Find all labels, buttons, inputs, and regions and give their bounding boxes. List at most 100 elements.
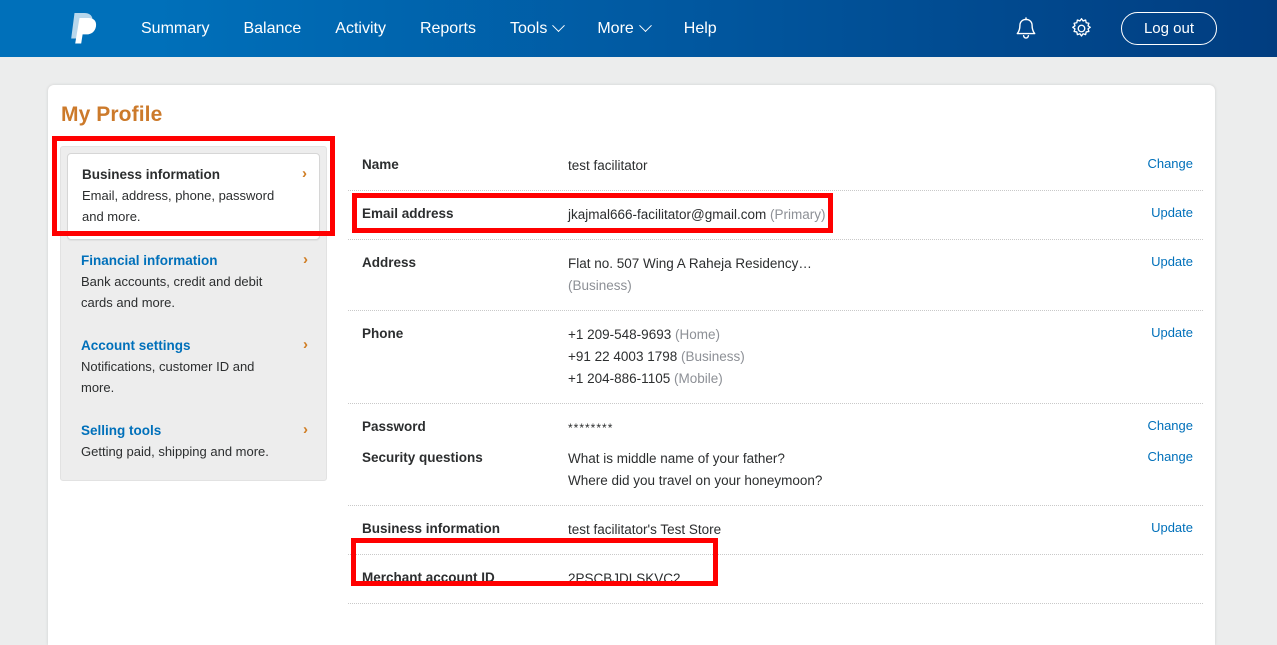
global-header: Summary Balance Activity Reports Tools M… (0, 0, 1277, 57)
primary-navigation: Summary Balance Activity Reports Tools M… (124, 16, 734, 42)
table-row-address: Address Flat no. 507 Wing A Raheja Resid… (348, 240, 1203, 310)
row-action: Change (1093, 448, 1203, 466)
update-business-information-link[interactable]: Update (1151, 520, 1193, 535)
change-password-link[interactable]: Change (1147, 418, 1193, 433)
chevron-right-icon: › (303, 336, 308, 353)
row-label: Business information (362, 521, 501, 536)
row-action: Update (1093, 204, 1203, 222)
row-value: +1 209-548-9693 (Home) +91 22 4003 1798 … (558, 324, 1093, 390)
nav-label: Reports (419, 19, 476, 37)
sidebar-item-description: Email, address, phone, password and more… (82, 188, 275, 224)
nav-item-balance[interactable]: Balance (226, 16, 318, 42)
row-value: jkajmal666-facilitator@gmail.com (Primar… (558, 204, 1093, 226)
value-text: Flat no. 507 Wing A Raheja Residency… (568, 256, 812, 271)
row-action: Update (1093, 519, 1203, 537)
sidebar-item-title: Financial information (81, 253, 218, 268)
update-phone-link[interactable]: Update (1151, 325, 1193, 340)
nav-item-summary[interactable]: Summary (124, 16, 226, 42)
profile-card: My Profile Business information Email, a… (48, 85, 1215, 645)
nav-item-tools[interactable]: Tools (493, 16, 580, 42)
profile-details-table: Name test facilitator Change Email addre… (348, 142, 1203, 604)
row-value: test facilitator (558, 155, 1093, 177)
sidebar-item-description: Notifications, customer ID and more. (81, 359, 255, 395)
sidebar-item-account-settings[interactable]: Account settings Notifications, customer… (67, 325, 320, 410)
page-title: My Profile (61, 103, 163, 126)
sidebar-item-description: Bank accounts, credit and debit cards an… (81, 274, 263, 310)
nav-label: More (597, 19, 634, 37)
gear-icon[interactable] (1065, 12, 1099, 46)
table-row-email-address: Email address jkajmal666-facilitator@gma… (348, 191, 1203, 239)
detail-group: Email address jkajmal666-facilitator@gma… (348, 191, 1203, 240)
value-line: What is middle name of your father? (568, 448, 1093, 470)
nav-item-more[interactable]: More (580, 16, 666, 42)
nav-item-reports[interactable]: Reports (403, 16, 493, 42)
value-text: 2PSCBJDLSKVC2 (568, 571, 681, 586)
row-label: Merchant account ID (362, 570, 495, 585)
chevron-right-icon: › (303, 251, 308, 268)
nav-label: Help (683, 19, 717, 37)
header-actions: Log out (1009, 12, 1217, 46)
row-value: 2PSCBJDLSKVC2 (558, 568, 1093, 590)
sidebar-item-selling-tools[interactable]: Selling tools Getting paid, shipping and… (67, 410, 320, 474)
sidebar-item-title: Account settings (81, 338, 191, 353)
paypal-logo-icon[interactable] (62, 9, 104, 49)
value-line: +91 22 4003 1798 (Business) (568, 346, 1093, 368)
value-note: (Home) (674, 327, 720, 342)
value-line: test facilitator (568, 155, 1093, 177)
logout-button[interactable]: Log out (1120, 12, 1217, 45)
change-name-link[interactable]: Change (1147, 156, 1193, 171)
detail-group: Password ******** Change Security questi… (348, 404, 1203, 506)
row-label: Address (362, 255, 417, 270)
sidebar-item-title: Business information (82, 167, 221, 182)
detail-group: Address Flat no. 507 Wing A Raheja Resid… (348, 240, 1203, 311)
row-label: Phone (362, 326, 404, 341)
value-note: (Primary) (770, 207, 826, 222)
detail-group: Merchant account ID 2PSCBJDLSKVC2 (348, 555, 1203, 604)
detail-group: Name test facilitator Change (348, 142, 1203, 191)
table-row-security-questions: Security questions What is middle name o… (348, 442, 1203, 505)
update-email-link[interactable]: Update (1151, 205, 1193, 220)
value-line: +1 209-548-9693 (Home) (568, 324, 1093, 346)
value-text: Where did you travel on your honeymoon? (568, 473, 823, 488)
nav-label: Activity (335, 19, 386, 37)
table-row-business-information: Business information test facilitator's … (348, 506, 1203, 554)
nav-item-help[interactable]: Help (667, 16, 734, 42)
nav-label: Balance (243, 19, 302, 37)
row-value: What is middle name of your father? Wher… (558, 448, 1093, 492)
nav-item-activity[interactable]: Activity (318, 16, 403, 42)
sidebar-item-financial-information[interactable]: Financial information Bank accounts, cre… (67, 240, 320, 325)
password-mask: ******** (568, 421, 614, 435)
nav-label: Tools (509, 19, 548, 37)
value-text: +1 204-886-1105 (568, 371, 671, 386)
chevron-right-icon: › (303, 421, 308, 438)
detail-group: Business information test facilitator's … (348, 506, 1203, 555)
value-line: test facilitator's Test Store (568, 519, 1093, 541)
sidebar-item-business-information[interactable]: Business information Email, address, pho… (67, 153, 320, 240)
value-line: 2PSCBJDLSKVC2 (568, 568, 1093, 590)
value-text: test facilitator (568, 158, 648, 173)
value-note: (Mobile) (673, 371, 723, 386)
row-action: Change (1093, 417, 1203, 435)
row-value: ******** (558, 417, 1093, 439)
table-row-name: Name test facilitator Change (348, 142, 1203, 190)
table-row-password: Password ******** Change (348, 404, 1203, 442)
chevron-down-icon (638, 19, 652, 33)
update-address-link[interactable]: Update (1151, 254, 1193, 269)
value-line: jkajmal666-facilitator@gmail.com (Primar… (568, 204, 1093, 226)
table-row-phone: Phone +1 209-548-9693 (Home) +91 22 4003… (348, 311, 1203, 403)
change-security-questions-link[interactable]: Change (1147, 449, 1193, 464)
bell-icon[interactable] (1009, 12, 1043, 46)
value-text: jkajmal666-facilitator@gmail.com (568, 207, 767, 222)
value-text: What is middle name of your father? (568, 451, 785, 466)
row-label: Email address (362, 206, 454, 221)
row-label: Name (362, 157, 399, 172)
chevron-right-icon: › (302, 165, 307, 182)
value-text: +1 209-548-9693 (568, 327, 672, 342)
sidebar-item-description: Getting paid, shipping and more. (81, 444, 269, 459)
table-row-merchant-account-id: Merchant account ID 2PSCBJDLSKVC2 (348, 555, 1203, 603)
profile-sidebar: Business information Email, address, pho… (60, 146, 327, 481)
row-label: Password (362, 419, 426, 434)
row-action: Update (1093, 253, 1203, 271)
value-note: (Business) (681, 349, 745, 364)
nav-label: Summary (141, 19, 210, 37)
